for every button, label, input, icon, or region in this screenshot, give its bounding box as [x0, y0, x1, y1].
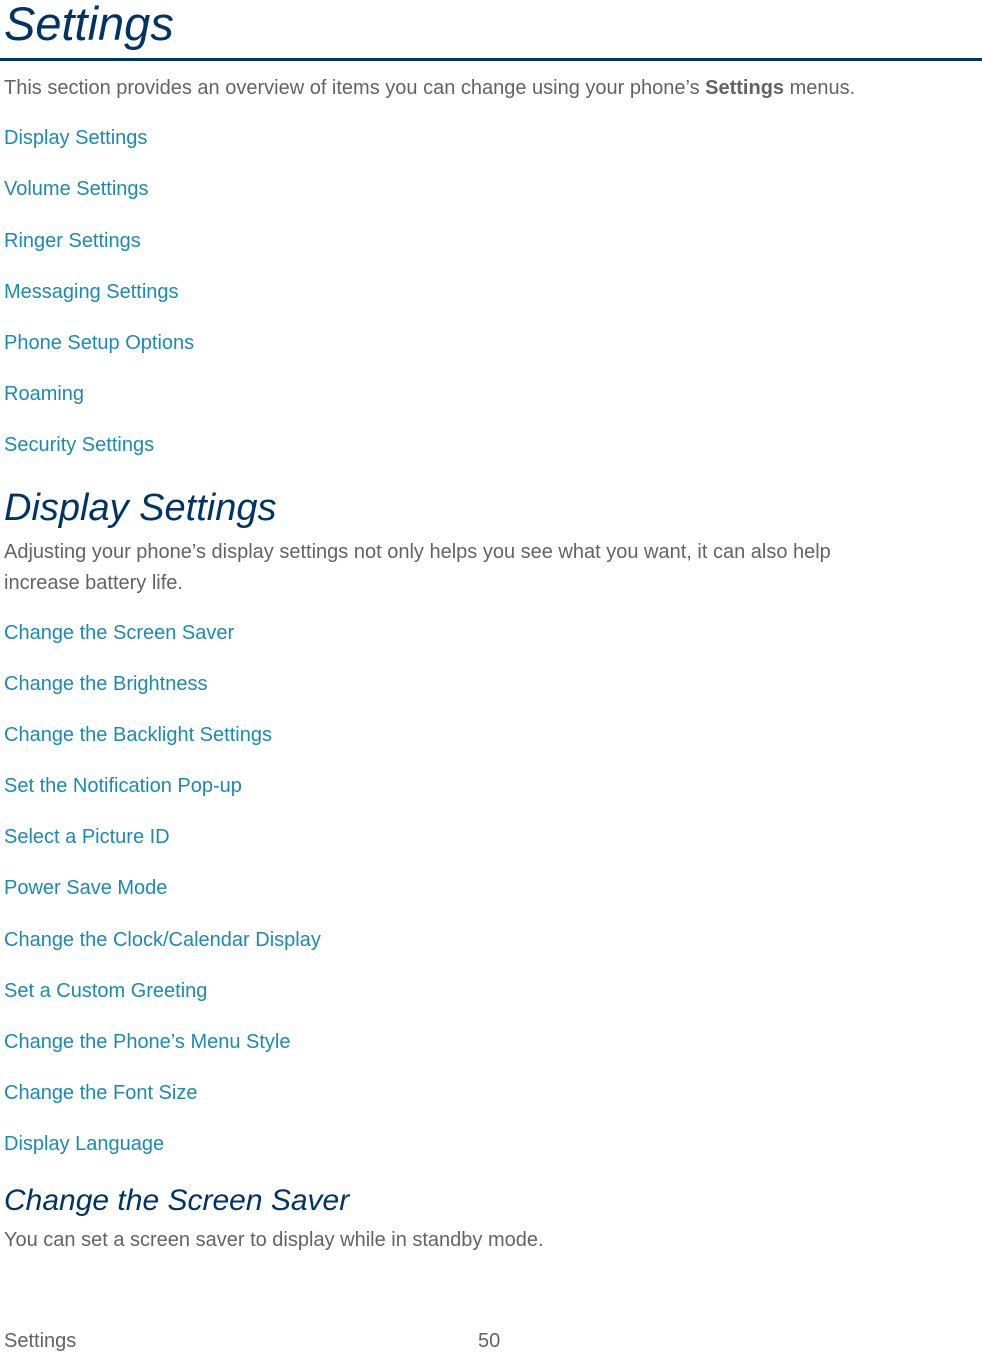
toc-link-ringer-settings[interactable]: Ringer Settings	[4, 228, 141, 254]
toc-link-phone-setup-options[interactable]: Phone Setup Options	[4, 330, 194, 356]
link-set-custom-greeting[interactable]: Set a Custom Greeting	[4, 978, 207, 1004]
page-title: Settings	[4, 0, 174, 50]
intro-text: This section provides an overview of ite…	[4, 77, 706, 99]
toc-link-security-settings[interactable]: Security Settings	[4, 432, 154, 458]
intro-bold-settings: Settings	[705, 77, 785, 99]
screen-saver-description: You can set a screen saver to display wh…	[4, 1229, 544, 1251]
intro-paragraph: This section provides an overview of ite…	[4, 73, 855, 104]
toc-link-volume-settings[interactable]: Volume Settings	[4, 176, 149, 202]
toc-link-roaming[interactable]: Roaming	[4, 381, 84, 407]
link-set-notification-popup[interactable]: Set the Notification Pop-up	[4, 773, 242, 799]
link-change-backlight-settings[interactable]: Change the Backlight Settings	[4, 722, 272, 748]
display-settings-description-line1: Adjusting your phone’s display settings …	[4, 541, 831, 563]
display-settings-heading: Display Settings	[4, 487, 277, 529]
screen-saver-heading: Change the Screen Saver	[4, 1184, 350, 1217]
footer-page-number: 50	[478, 1330, 501, 1352]
link-select-picture-id[interactable]: Select a Picture ID	[4, 824, 170, 850]
link-display-language[interactable]: Display Language	[4, 1131, 164, 1157]
title-divider	[0, 58, 982, 61]
toc-link-messaging-settings[interactable]: Messaging Settings	[4, 279, 179, 305]
toc-link-display-settings[interactable]: Display Settings	[4, 125, 147, 151]
link-change-font-size[interactable]: Change the Font Size	[4, 1080, 197, 1106]
link-change-menu-style[interactable]: Change the Phone’s Menu Style	[4, 1029, 291, 1055]
footer-section-name: Settings	[4, 1330, 77, 1352]
intro-text-end: menus.	[784, 77, 856, 99]
link-power-save-mode[interactable]: Power Save Mode	[4, 875, 167, 901]
link-change-brightness[interactable]: Change the Brightness	[4, 671, 207, 697]
display-settings-description-line2: increase battery life.	[4, 572, 183, 594]
link-change-clock-calendar-display[interactable]: Change the Clock/Calendar Display	[4, 927, 321, 953]
link-change-screen-saver[interactable]: Change the Screen Saver	[4, 620, 234, 646]
